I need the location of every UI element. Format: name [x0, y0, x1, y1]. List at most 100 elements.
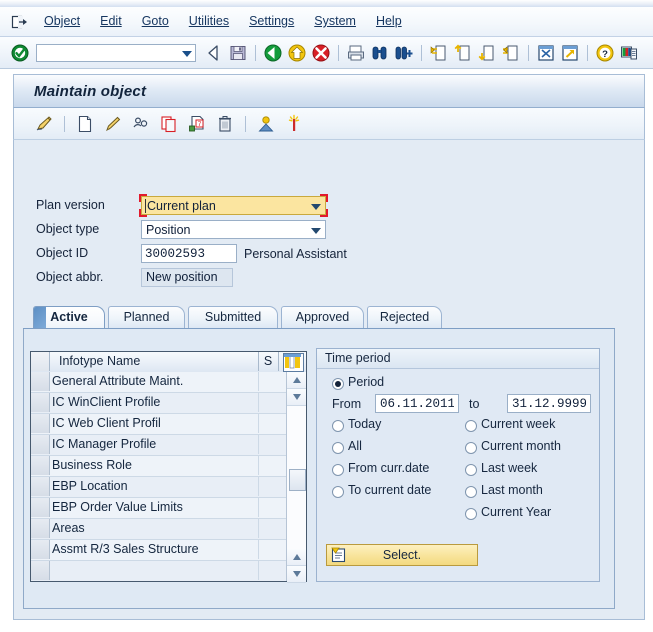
table-row[interactable]: EBP Order Value Limits: [31, 498, 286, 519]
tab-planned[interactable]: Planned: [108, 306, 185, 328]
person-icon[interactable]: [256, 114, 276, 134]
radio-today[interactable]: [332, 420, 344, 432]
row-s-cell[interactable]: [258, 498, 286, 517]
radio-last-week[interactable]: [465, 464, 477, 476]
row-select-box[interactable]: [31, 456, 50, 475]
back-arrow-icon[interactable]: [204, 43, 224, 63]
tab-approved[interactable]: Approved: [281, 306, 364, 328]
table-row[interactable]: Assmt R/3 Sales Structure: [31, 540, 286, 561]
object-type-dropdown[interactable]: Position: [141, 220, 326, 239]
row-select-box[interactable]: [31, 561, 50, 580]
column-config-icon[interactable]: [283, 353, 304, 372]
display-icon[interactable]: [131, 114, 151, 134]
table-row[interactable]: EBP Location: [31, 477, 286, 498]
column-header-s[interactable]: S: [258, 352, 279, 371]
radio-period[interactable]: [332, 378, 344, 390]
scrollbar-thumb[interactable]: [289, 469, 306, 491]
scroll-page-up-button[interactable]: [287, 549, 306, 566]
overview-pencil-icon[interactable]: [34, 114, 54, 134]
help-icon[interactable]: ?: [595, 43, 615, 63]
find-icon[interactable]: [370, 43, 390, 63]
radio-from-curr-date[interactable]: [332, 464, 344, 476]
delimit-icon[interactable]: 7: [187, 114, 207, 134]
menu-utilities[interactable]: Utilities: [179, 7, 239, 36]
menu-goto[interactable]: Goto: [132, 7, 179, 36]
first-page-icon[interactable]: [429, 43, 449, 63]
row-s-cell[interactable]: [258, 456, 286, 475]
menu-edit[interactable]: Edit: [90, 7, 132, 36]
menu-object[interactable]: Object: [34, 7, 90, 36]
print-icon[interactable]: [346, 43, 366, 63]
row-select-box[interactable]: [31, 519, 50, 538]
tab-rejected[interactable]: Rejected: [367, 306, 442, 328]
scroll-page-buttons[interactable]: [287, 549, 306, 583]
tab-submitted[interactable]: Submitted: [188, 306, 278, 328]
chevron-down-icon[interactable]: [311, 228, 321, 234]
radio-last-month[interactable]: [465, 486, 477, 498]
plan-version-dropdown[interactable]: Current plan: [139, 194, 328, 217]
change-icon[interactable]: [103, 114, 123, 134]
exit-box-icon[interactable]: [11, 14, 29, 30]
radio-to-current-date[interactable]: [332, 486, 344, 498]
to-date-input[interactable]: [507, 394, 591, 413]
row-s-cell[interactable]: [258, 561, 286, 580]
row-s-cell[interactable]: [258, 414, 286, 433]
row-s-cell[interactable]: [258, 435, 286, 454]
chevron-down-icon[interactable]: [182, 50, 192, 57]
exit-yellow-icon[interactable]: [287, 43, 307, 63]
tab-active[interactable]: Active: [33, 306, 105, 328]
table-row[interactable]: IC Manager Profile: [31, 435, 286, 456]
previous-page-icon[interactable]: [453, 43, 473, 63]
radio-current-week[interactable]: [465, 420, 477, 432]
enter-check-icon[interactable]: [10, 43, 30, 63]
menu-settings[interactable]: Settings: [239, 7, 304, 36]
row-select-box[interactable]: [31, 498, 50, 517]
radio-current-year[interactable]: [465, 508, 477, 520]
create-icon[interactable]: [75, 114, 95, 134]
last-page-icon[interactable]: [501, 43, 521, 63]
table-row[interactable]: Business Role: [31, 456, 286, 477]
row-select-box[interactable]: [31, 393, 50, 412]
table-row[interactable]: IC Web Client Profil: [31, 414, 286, 435]
customize-layout-icon[interactable]: [619, 43, 639, 63]
command-input[interactable]: [37, 44, 181, 63]
create-shortcut-icon[interactable]: [560, 43, 580, 63]
row-select-box[interactable]: [31, 414, 50, 433]
from-date-input[interactable]: [375, 394, 459, 413]
row-s-cell[interactable]: [258, 540, 286, 559]
radio-all[interactable]: [332, 442, 344, 454]
cancel-red-icon[interactable]: [311, 43, 331, 63]
table-row[interactable]: Areas: [31, 519, 286, 540]
find-next-icon[interactable]: [394, 43, 414, 63]
row-s-cell[interactable]: [258, 519, 286, 538]
save-disk-icon[interactable]: [228, 43, 248, 63]
back-green-icon[interactable]: [263, 43, 283, 63]
select-button[interactable]: Select.: [326, 544, 478, 566]
menu-help[interactable]: Help: [366, 7, 412, 36]
table-row[interactable]: [31, 561, 286, 581]
menu-system[interactable]: System: [304, 7, 366, 36]
table-vertical-scrollbar[interactable]: [286, 372, 306, 583]
radio-current-month[interactable]: [465, 442, 477, 454]
table-row[interactable]: General Attribute Maint.: [31, 372, 286, 393]
delete-icon[interactable]: [215, 114, 235, 134]
row-s-cell[interactable]: [258, 372, 286, 391]
new-session-icon[interactable]: [536, 43, 556, 63]
row-select-box[interactable]: [31, 372, 50, 391]
row-s-cell[interactable]: [258, 393, 286, 412]
select-all-column-header[interactable]: [31, 352, 50, 371]
row-s-cell[interactable]: [258, 477, 286, 496]
copy-icon[interactable]: [159, 114, 179, 134]
row-select-box[interactable]: [31, 477, 50, 496]
command-field[interactable]: [36, 43, 196, 63]
object-id-input[interactable]: [141, 244, 237, 263]
sparkle-icon[interactable]: [284, 114, 304, 134]
row-select-box[interactable]: [31, 540, 50, 559]
scroll-page-down-button[interactable]: [287, 566, 306, 583]
table-row[interactable]: IC WinClient Profile: [31, 393, 286, 414]
next-page-icon[interactable]: [477, 43, 497, 63]
column-header-infotype-name[interactable]: Infotype Name: [50, 352, 259, 371]
row-select-box[interactable]: [31, 435, 50, 454]
scroll-down-button[interactable]: [287, 389, 306, 406]
scroll-up-button[interactable]: [287, 372, 306, 389]
